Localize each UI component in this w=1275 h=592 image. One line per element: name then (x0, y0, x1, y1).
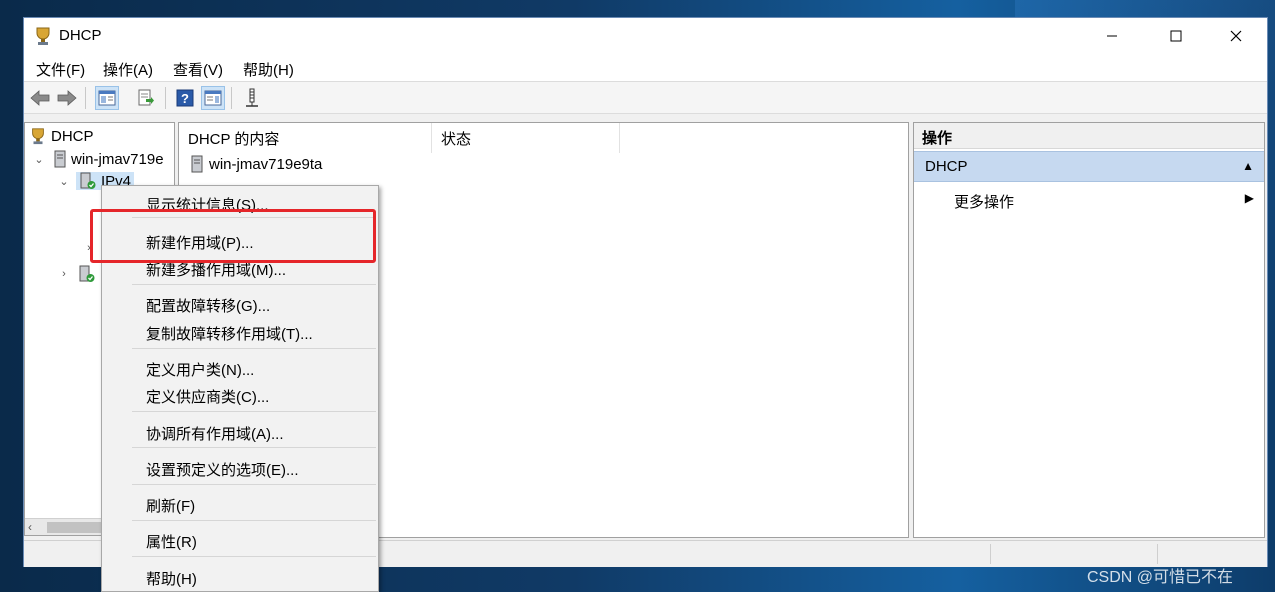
menu-item-configure-failover[interactable]: 配置故障转移(G)... (146, 295, 270, 315)
back-arrow-icon (30, 90, 50, 106)
menu-separator (132, 348, 376, 349)
title-bar: DHCP (24, 18, 1267, 54)
toolbar: ? (24, 82, 1267, 114)
menu-separator (132, 447, 376, 448)
list-item[interactable]: win-jmav719e9ta (190, 155, 322, 173)
menu-item-set-predefined-options[interactable]: 设置预定义的选项(E)... (146, 459, 299, 479)
toolbar-separator (231, 87, 232, 109)
tree-label: DHCP (51, 127, 94, 145)
menu-item-help[interactable]: 帮助(H) (146, 568, 197, 588)
menu-separator (132, 520, 376, 521)
menu-separator (132, 411, 376, 412)
tree-item-ipv6[interactable]: › (58, 263, 96, 285)
tool-icon (246, 88, 258, 107)
toolbar-separator (165, 87, 166, 109)
close-button[interactable] (1213, 18, 1259, 54)
tool-button[interactable] (240, 86, 264, 110)
collapse-up-icon[interactable]: ▲ (1242, 159, 1254, 173)
forward-button[interactable] (55, 86, 79, 110)
tree-item-dhcp-root[interactable]: DHCP (29, 125, 94, 147)
scroll-left-icon[interactable]: ‹ (28, 520, 32, 534)
status-divider (1157, 544, 1158, 564)
window-title: DHCP (59, 27, 102, 44)
dhcp-trophy-icon (32, 128, 44, 145)
status-divider (990, 544, 991, 564)
show-action-pane-button[interactable] (201, 86, 225, 110)
export-list-button[interactable] (134, 86, 158, 110)
chevron-right-icon[interactable]: › (58, 268, 70, 280)
show-tree-icon (98, 90, 116, 106)
forward-arrow-icon (57, 90, 77, 106)
actions-section-dhcp[interactable]: DHCP ▲ (914, 151, 1264, 182)
tree-label: win-jmav719e (71, 150, 164, 168)
column-header-contents[interactable]: DHCP 的内容 (179, 123, 432, 153)
help-icon: ? (176, 89, 194, 107)
menu-item-replicate-failover-scopes[interactable]: 复制故障转移作用域(T)... (146, 323, 313, 343)
close-icon (1230, 30, 1242, 42)
watermark-text: CSDN @可惜已不在 (1087, 569, 1234, 586)
minimize-button[interactable] (1089, 18, 1135, 54)
menu-view[interactable]: 查看(V) (173, 59, 223, 80)
help-button[interactable]: ? (173, 86, 197, 110)
more-actions-item[interactable]: 更多操作 (954, 191, 1014, 212)
menu-action[interactable]: 操作(A) (103, 59, 153, 80)
ipv4-server-check-icon (80, 172, 96, 189)
tree-item-server[interactable]: ⌄ win-jmav719e (33, 148, 164, 170)
server-icon (54, 150, 66, 168)
menu-separator (132, 484, 376, 485)
ipv6-server-check-icon (79, 265, 95, 282)
show-action-pane-icon (204, 90, 222, 106)
menu-item-define-vendor-classes[interactable]: 定义供应商类(C)... (146, 386, 269, 406)
list-item-name: win-jmav719e9ta (209, 155, 323, 173)
menu-item-define-user-classes[interactable]: 定义用户类(N)... (146, 359, 254, 379)
show-tree-button[interactable] (95, 86, 119, 110)
minimize-icon (1107, 35, 1117, 37)
menu-item-refresh[interactable]: 刷新(F) (146, 495, 195, 515)
chevron-down-icon[interactable]: ⌄ (33, 153, 45, 166)
menu-item-properties[interactable]: 属性(R) (146, 531, 197, 551)
menu-separator (132, 556, 376, 557)
back-button[interactable] (28, 86, 52, 110)
svg-text:?: ? (181, 91, 189, 106)
maximize-icon (1170, 30, 1182, 42)
dhcp-app-icon (36, 27, 50, 45)
menu-file[interactable]: 文件(F) (36, 59, 85, 80)
actions-pane: 操作 DHCP ▲ 更多操作 ▶ (913, 122, 1265, 538)
toolbar-separator (85, 87, 86, 109)
actions-header: 操作 (914, 123, 1264, 149)
export-list-icon (138, 89, 154, 106)
chevron-down-icon[interactable]: ⌄ (58, 175, 70, 188)
menu-bar: 文件(F) 操作(A) 查看(V) 帮助(H) (24, 54, 1267, 82)
column-header-status[interactable]: 状态 (432, 123, 620, 153)
menu-separator (132, 284, 376, 285)
actions-section-label: DHCP (925, 158, 968, 175)
submenu-arrow-icon: ▶ (1244, 191, 1254, 205)
server-icon (191, 155, 203, 173)
menu-item-reconcile-all-scopes[interactable]: 协调所有作用域(A)... (146, 423, 284, 443)
maximize-button[interactable] (1153, 18, 1199, 54)
highlight-annotation-box (90, 209, 376, 263)
menu-help[interactable]: 帮助(H) (243, 59, 294, 80)
